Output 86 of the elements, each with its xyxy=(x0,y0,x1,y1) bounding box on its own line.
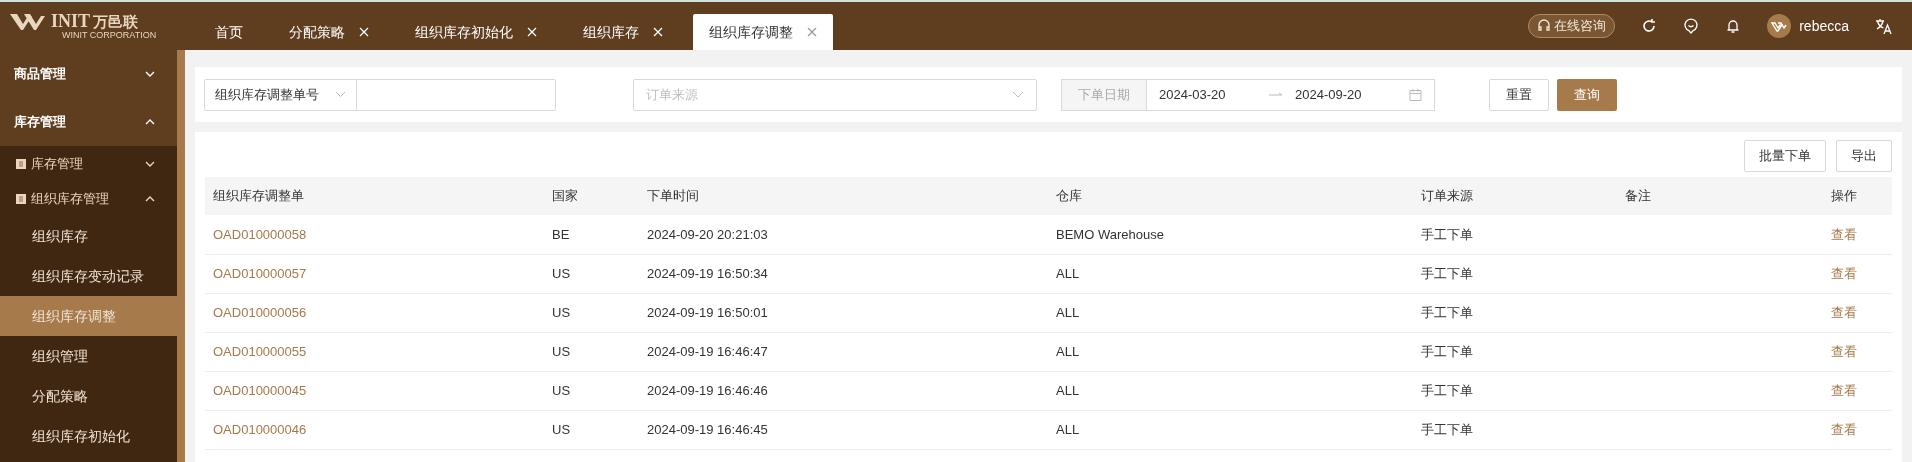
submenu-group[interactable]: 库存管理 xyxy=(0,146,177,181)
logo-wordmark: INIT xyxy=(51,12,90,30)
chevron-down-icon xyxy=(1012,91,1024,98)
menu-group[interactable]: 商品管理 xyxy=(0,50,177,98)
order-link[interactable]: OAD010000058 xyxy=(213,226,307,242)
table-cell: 2024-09-19 16:46:47 xyxy=(647,343,768,359)
table-cell: 2024-09-19 16:50:34 xyxy=(647,265,768,281)
menu-group[interactable]: 库存管理 xyxy=(0,98,177,146)
translate-icon[interactable] xyxy=(1875,17,1892,35)
view-link[interactable]: 查看 xyxy=(1831,343,1857,359)
menu-item[interactable]: 组织库存变动记录 xyxy=(0,256,177,296)
view-link[interactable]: 查看 xyxy=(1831,421,1857,437)
table-cell: US xyxy=(552,343,571,359)
menu-item[interactable]: 组织库存 xyxy=(0,216,177,256)
date-label: 下单日期 xyxy=(1061,78,1147,111)
logo-name: 万邑联 xyxy=(93,13,138,29)
table-cell: BEMO Warehouse xyxy=(1056,226,1164,242)
table-cell: 2024-09-19 16:50:01 xyxy=(647,304,768,320)
order-link[interactable]: OAD010000046 xyxy=(213,421,307,437)
table-cell: ALL xyxy=(1056,304,1080,320)
query-button[interactable]: 查询 xyxy=(1557,78,1617,111)
view-link[interactable]: 查看 xyxy=(1831,382,1857,398)
smile-bubble-icon[interactable] xyxy=(1683,18,1700,34)
submenu-group[interactable]: 组织库存管理 xyxy=(0,181,177,216)
view-link[interactable]: 查看 xyxy=(1831,226,1857,242)
table-cell: ALL xyxy=(1056,265,1080,281)
list-icon xyxy=(16,158,26,169)
table-cell: 2024-09-20 20:21:03 xyxy=(647,226,768,242)
chevron-up-icon xyxy=(145,119,155,125)
tab[interactable]: 组织库存 xyxy=(567,14,679,50)
table-cell: 手工下单 xyxy=(1421,421,1473,437)
chevron-down-icon xyxy=(145,71,155,77)
tab[interactable]: 首页 xyxy=(199,14,259,50)
table-cell: 2024-09-19 16:46:46 xyxy=(647,382,768,398)
table-cell: 手工下单 xyxy=(1421,343,1473,359)
column-header: 备注 xyxy=(1617,177,1823,215)
table-cell: 手工下单 xyxy=(1421,265,1473,281)
tab[interactable]: 组织库存调整 xyxy=(693,14,833,50)
table-cell: US xyxy=(552,265,571,281)
view-link[interactable]: 查看 xyxy=(1831,265,1857,281)
table-cell: BE xyxy=(552,226,570,242)
refresh-icon[interactable] xyxy=(1641,18,1658,34)
table-cell: ALL xyxy=(1056,382,1080,398)
bell-icon[interactable] xyxy=(1725,18,1742,34)
headset-icon xyxy=(1537,19,1552,33)
table-cell: 手工下单 xyxy=(1421,382,1473,398)
column-header: 组织库存调整单 xyxy=(205,177,544,215)
date-range-field[interactable]: 2024-03-20 2024-09-20 xyxy=(1146,78,1435,111)
order-link[interactable]: OAD010000057 xyxy=(213,265,307,281)
avatar-icon[interactable] xyxy=(1767,14,1792,38)
order-link[interactable]: OAD010000045 xyxy=(213,382,307,398)
logo-subtitle: WINIT CORPORATION xyxy=(62,31,157,40)
table-cell: ALL xyxy=(1056,343,1080,359)
table-cell: ALL xyxy=(1056,421,1080,437)
tab[interactable]: 组织库存初始化 xyxy=(399,14,553,50)
tab[interactable]: 分配策略 xyxy=(273,14,385,50)
menu-item[interactable]: 组织管理 xyxy=(0,336,177,376)
reset-button[interactable]: 重置 xyxy=(1489,78,1549,111)
consult-button[interactable]: 在线咨询 xyxy=(1528,14,1616,38)
calendar-icon xyxy=(1409,88,1422,101)
list-icon xyxy=(16,193,26,204)
user-name[interactable]: rebecca xyxy=(1799,15,1849,37)
chevron-down-icon xyxy=(335,91,346,98)
view-link[interactable]: 查看 xyxy=(1831,304,1857,320)
field-select[interactable]: 组织库存调整单号 xyxy=(204,78,357,111)
column-header: 操作 xyxy=(1823,177,1892,215)
order-number-field[interactable] xyxy=(356,78,556,111)
menu-item[interactable]: 组织库存初始化 xyxy=(0,416,177,456)
column-header: 订单来源 xyxy=(1413,177,1617,215)
menu-item[interactable]: 分配策略 xyxy=(0,376,177,416)
table-cell: US xyxy=(552,382,571,398)
table-cell: 手工下单 xyxy=(1421,226,1473,242)
table-cell: US xyxy=(552,421,571,437)
table-cell: 2024-09-19 16:46:45 xyxy=(647,421,768,437)
action-button[interactable]: 批量下单 xyxy=(1744,140,1826,172)
table-cell: US xyxy=(552,304,571,320)
order-link[interactable]: OAD010000055 xyxy=(213,343,307,359)
order-link[interactable]: OAD010000056 xyxy=(213,304,307,320)
table-cell: 手工下单 xyxy=(1421,304,1473,320)
action-button[interactable]: 导出 xyxy=(1836,140,1892,172)
arrow-right-icon xyxy=(1269,91,1283,98)
column-header: 下单时间 xyxy=(639,177,1048,215)
chevron-down-icon xyxy=(145,160,155,167)
column-header: 国家 xyxy=(544,177,639,215)
column-header: 仓库 xyxy=(1048,177,1413,215)
chevron-up-icon xyxy=(145,195,155,202)
